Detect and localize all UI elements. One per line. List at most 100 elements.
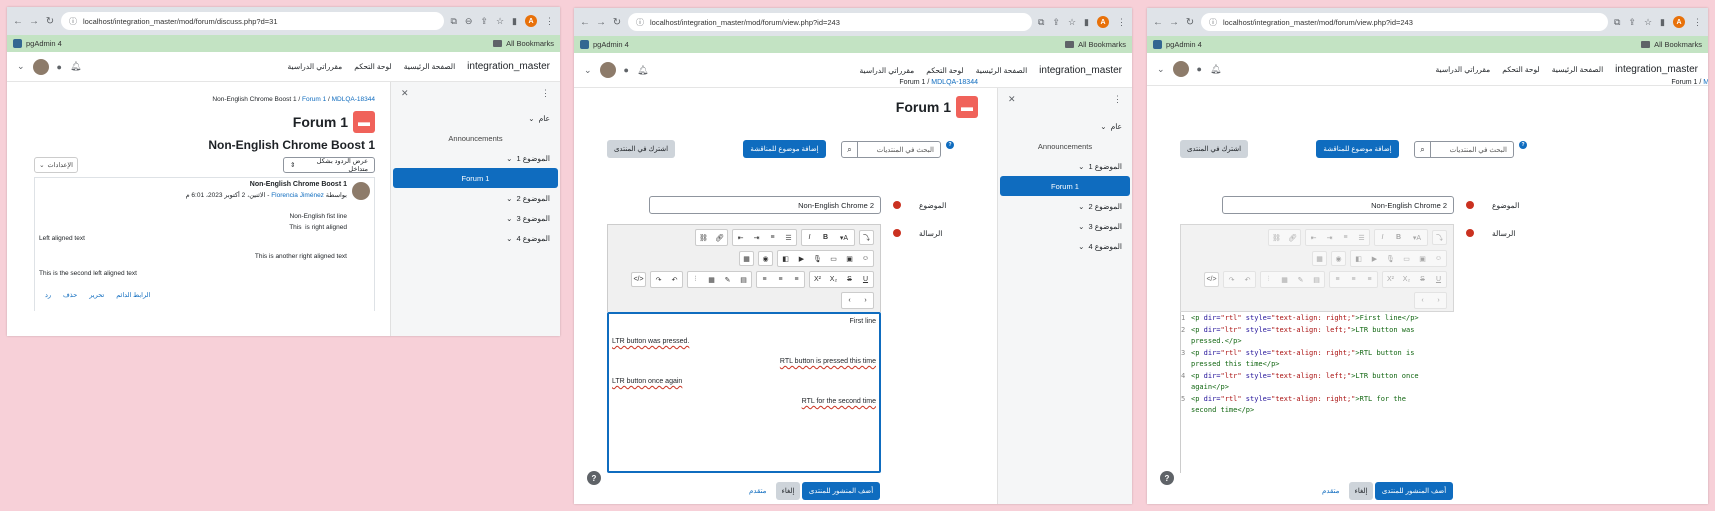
audio-record-icon[interactable]: 🎙︎ [810,251,825,266]
cancel-button[interactable]: إلغاء [1349,482,1373,500]
subscript-icon[interactable]: X₂ [826,272,841,287]
share-icon[interactable]: ⇪ [480,16,488,27]
section-general[interactable]: عام ⌄ [391,108,560,128]
unlink-icon[interactable]: ⛓ [696,230,711,245]
user-menu-chevron-icon[interactable]: ⌄ [17,61,25,72]
subject-input[interactable]: Non-English Chrome 2 [1222,196,1454,214]
help-icon[interactable]: ? [946,141,954,149]
activity-forum-1[interactable]: Forum 1 [1000,176,1130,196]
reply-link[interactable]: رد [45,291,51,299]
drawer-close-icon[interactable]: ✕ [401,88,409,99]
user-avatar[interactable] [599,62,616,78]
edit-link[interactable]: تحرير [89,291,104,299]
nav-dashboard[interactable]: لوحة التحكم [1502,65,1540,74]
record-icon[interactable]: ◉ [758,251,773,266]
subject-input[interactable]: Non-English Chrome 2 [649,196,881,214]
underline-icon[interactable]: U [858,272,873,287]
nav-home[interactable]: الصفحة الرئيسية [1552,65,1603,74]
link-icon[interactable]: 🔗︎ [712,230,727,245]
bookmark-pgadmin[interactable]: pgAdmin 4 [1153,40,1202,49]
superscript-icon[interactable]: X² [810,272,825,287]
translate-icon[interactable]: ⧉ [1614,17,1620,28]
all-bookmarks[interactable]: All Bookmarks [1065,40,1126,49]
profile-avatar[interactable]: A [1097,16,1109,28]
activity-announcements[interactable]: Announcements [998,136,1132,156]
delete-link[interactable]: حذف [63,291,77,299]
section-general[interactable]: عام ⌄ [998,116,1132,136]
settings-button[interactable]: ⌄ الإعدادات [34,157,78,173]
nav-my-courses[interactable]: مقرراتي الدراسية [860,66,915,75]
subscribe-button[interactable]: اشترك في المنتدى [1180,140,1248,158]
site-info-icon[interactable]: ⓘ [69,16,77,27]
post-author-avatar[interactable] [352,182,370,200]
forward-icon[interactable]: → [29,16,39,27]
italic-icon[interactable]: I [802,230,817,245]
user-avatar[interactable] [1172,61,1189,77]
cancel-button[interactable]: إلغاء [776,482,800,500]
notifications-icon[interactable]: 🔔︎ [637,65,648,76]
nav-my-courses[interactable]: مقرراتي الدراسية [288,62,343,71]
all-bookmarks[interactable]: All Bookmarks [1641,40,1702,49]
section-topic-4[interactable]: الموضوع 4 ⌄ [998,236,1132,256]
share-icon[interactable]: ⇪ [1052,17,1060,28]
subscribe-button[interactable]: اشترك في المنتدى [607,140,675,158]
messages-icon[interactable]: ● [624,65,629,75]
align-left-icon[interactable]: ≡ [789,272,804,287]
messages-icon[interactable]: ● [57,62,62,72]
equation-icon[interactable]: ✎ [720,272,735,287]
section-topic-1[interactable]: الموضوع 1 ⌄ [391,148,560,168]
bookmark-star-icon[interactable]: ☆ [1068,17,1076,28]
bookmark-star-icon[interactable]: ☆ [496,16,504,27]
bookmark-star-icon[interactable]: ☆ [1644,17,1652,28]
nav-dashboard[interactable]: لوحة التحكم [354,62,392,71]
section-topic-4[interactable]: الموضوع 4 ⌄ [391,228,560,248]
author-link[interactable]: Florencia Jiménez [271,192,324,199]
sidepanel-icon[interactable]: ▮ [512,16,517,27]
accessibility-checker-icon[interactable]: ⫶ [688,272,703,287]
ltr-icon[interactable]: › [858,293,873,308]
outdent-icon[interactable]: ⇤ [733,230,748,245]
section-topic-3[interactable]: الموضوع 3 ⌄ [391,208,560,228]
site-brand[interactable]: integration_master [1615,64,1698,75]
redo-icon[interactable]: ↷ [651,272,666,287]
show-more-icon[interactable]: ⤵ [859,230,874,245]
drawer-options-icon[interactable]: ⋮ [1113,94,1122,105]
screenreader-icon[interactable]: ▤ [736,272,751,287]
activity-announcements[interactable]: Announcements [391,128,560,148]
advanced-link[interactable]: متقدم [749,487,766,495]
post-to-forum-button[interactable]: أضف المنشور للمنتدى [802,482,880,500]
site-info-icon[interactable]: ⓘ [636,17,644,28]
video-record-icon[interactable]: ▶ [794,251,809,266]
editor-content[interactable]: First line LTR button was pressed. RTL b… [607,312,881,473]
address-bar[interactable]: ⓘ localhost/integration_master/mod/forum… [628,13,1032,31]
profile-avatar[interactable]: A [1673,16,1685,28]
image-icon[interactable]: ▣ [842,251,857,266]
bookmark-pgadmin[interactable]: pgAdmin 4 [13,39,62,48]
site-brand[interactable]: integration_master [467,61,550,72]
reload-icon[interactable]: ↻ [1185,17,1195,28]
unordered-list-icon[interactable]: ☰ [781,230,796,245]
profile-avatar[interactable]: A [525,15,537,27]
section-topic-1[interactable]: الموضوع 1 ⌄ [998,156,1132,176]
help-icon[interactable]: ? [1519,141,1527,149]
notifications-icon[interactable]: 🔔︎ [70,61,81,72]
site-info-icon[interactable]: ⓘ [1209,17,1217,28]
nav-home[interactable]: الصفحة الرئيسية [404,62,455,71]
align-center-icon[interactable]: ≡ [773,272,788,287]
translate-icon[interactable]: ⧉ [1038,17,1044,28]
site-brand[interactable]: integration_master [1039,65,1122,76]
sidepanel-icon[interactable]: ▮ [1660,17,1665,28]
all-bookmarks[interactable]: All Bookmarks [493,39,554,48]
back-icon[interactable]: ← [580,17,590,28]
add-discussion-button[interactable]: إضافة موضوع للمناقشة [743,140,826,158]
html-icon[interactable]: </> [1204,272,1219,287]
emoji-icon[interactable]: ☺ [858,251,873,266]
section-topic-3[interactable]: الموضوع 3 ⌄ [998,216,1132,236]
sidepanel-icon[interactable]: ▮ [1084,17,1089,28]
translate-icon[interactable]: ⧉ [450,16,456,27]
forward-icon[interactable]: → [596,17,606,28]
search-icon[interactable]: ⌕ [842,142,858,157]
user-menu-chevron-icon[interactable]: ⌄ [584,65,592,76]
forum-search-input[interactable]: البحث في المنتديات ⌕ [841,141,941,158]
help-footer-icon[interactable]: ? [587,471,601,485]
